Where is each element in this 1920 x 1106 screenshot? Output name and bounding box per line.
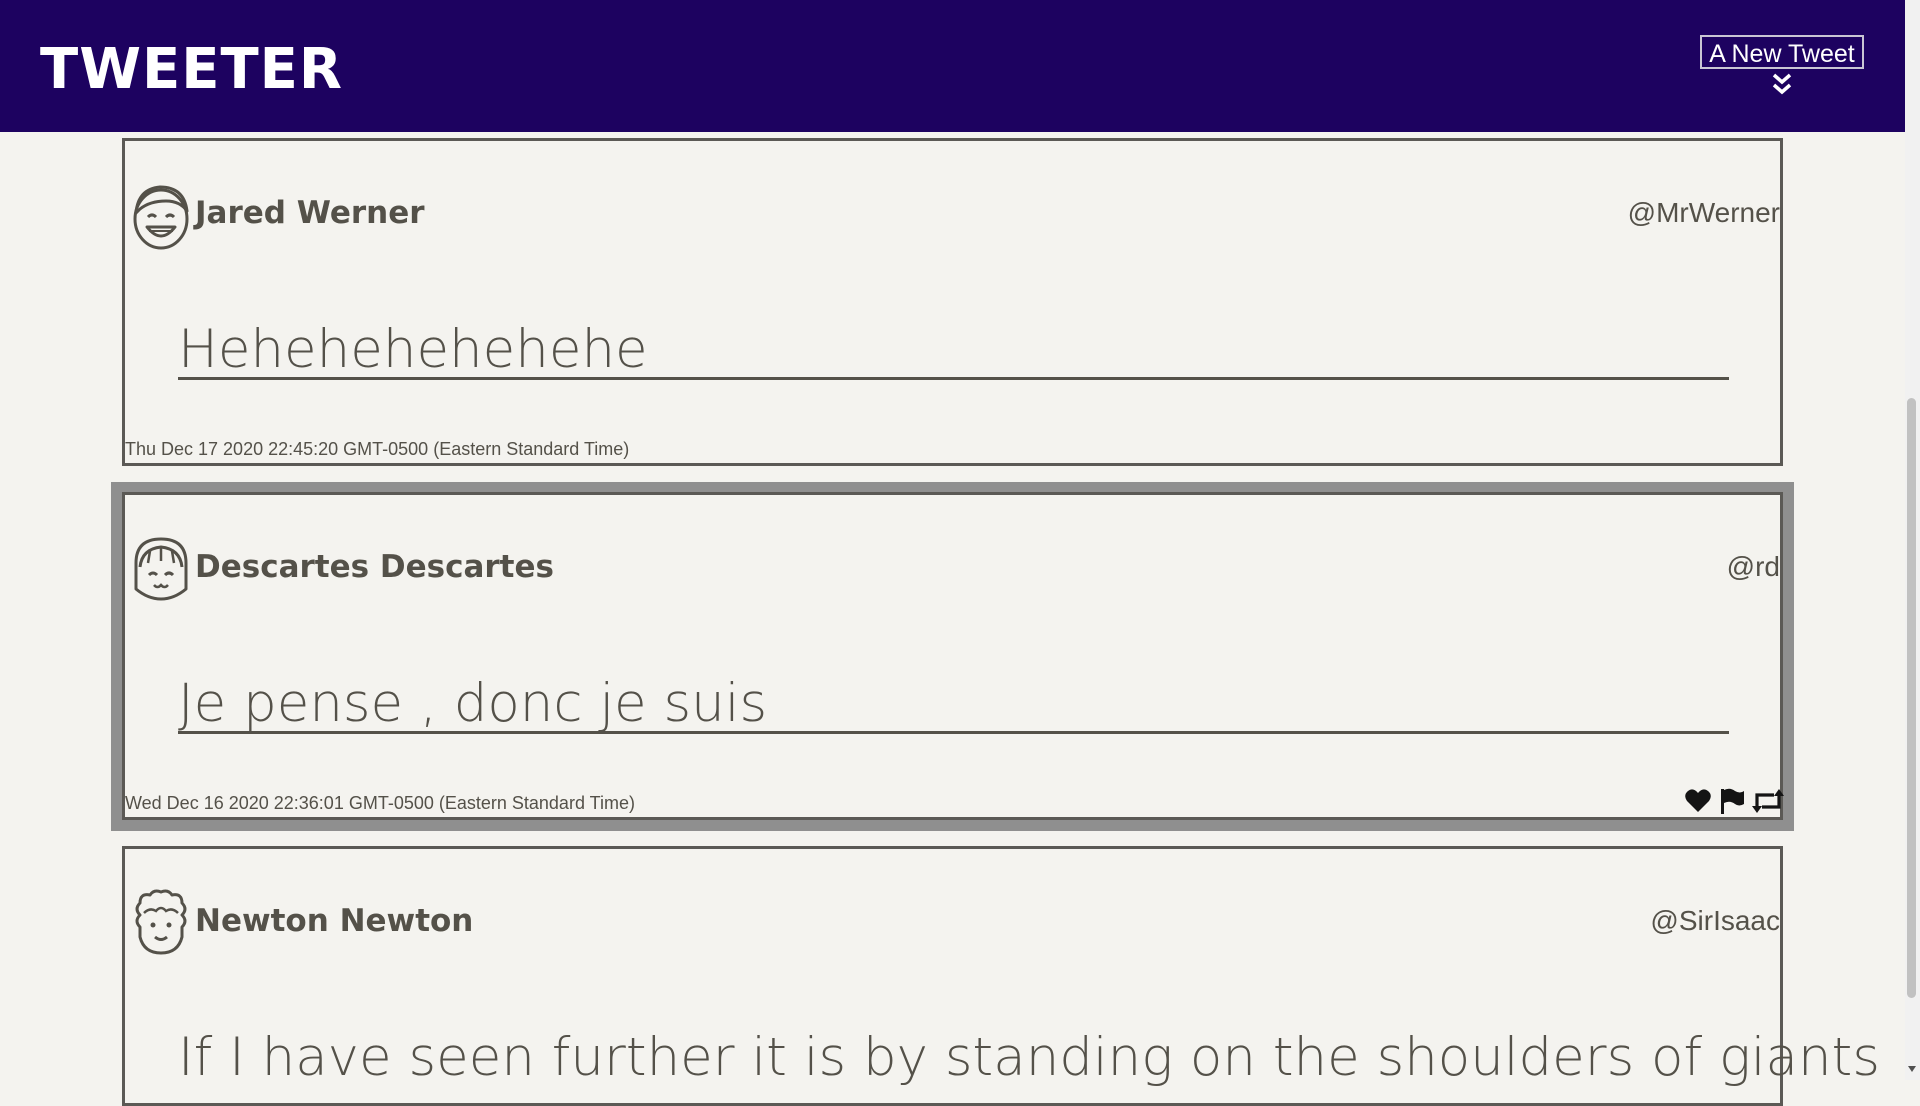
tweet-card[interactable]: Newton Newton @SirIsaac If I have seen f…	[122, 846, 1880, 1106]
laughing-boy-avatar-icon	[133, 185, 189, 250]
new-tweet-button[interactable]: A New Tweet	[1700, 35, 1864, 69]
tweet-text-underline	[178, 731, 1729, 734]
retweet-icon[interactable]	[1752, 787, 1784, 815]
flag-icon[interactable]	[1718, 787, 1746, 815]
author-name: Newton Newton	[195, 903, 474, 939]
double-chevron-down-icon[interactable]	[1771, 72, 1793, 96]
tweet-actions	[1684, 787, 1784, 815]
tweet-text: Je pense , donc je suis	[178, 673, 768, 734]
tweet-timestamp: Wed Dec 16 2020 22:36:01 GMT-0500 (Easte…	[125, 793, 635, 813]
tweet-text-underline	[178, 377, 1729, 380]
tweet-text: Hehehehehehehe	[178, 319, 648, 380]
tweet-timestamp: Thu Dec 17 2020 22:45:20 GMT-0500 (Easte…	[125, 439, 630, 459]
author-handle: @SirIsaac	[1650, 905, 1780, 936]
scroll-down-arrow-icon[interactable]	[1907, 1064, 1917, 1074]
curly-hair-avatar-icon	[135, 889, 187, 955]
author-name: Jared Werner	[195, 195, 425, 231]
author-name: Descartes Descartes	[195, 549, 554, 585]
author-handle: @MrWerner	[1627, 197, 1780, 228]
heart-icon[interactable]	[1684, 787, 1712, 815]
scrollbar-thumb[interactable]	[1907, 398, 1916, 998]
author-handle: @rd	[1726, 551, 1780, 582]
tweet-card[interactable]: Descartes Descartes @rd Je pense , donc …	[122, 492, 1784, 820]
tweet-card[interactable]: Jared Werner @MrWerner Hehehehehehehe Th…	[122, 138, 1783, 466]
top-nav: TWEETER A New Tweet	[0, 0, 1905, 132]
brand-logo[interactable]: TWEETER	[40, 38, 343, 102]
girl-bangs-avatar-icon	[134, 537, 188, 601]
